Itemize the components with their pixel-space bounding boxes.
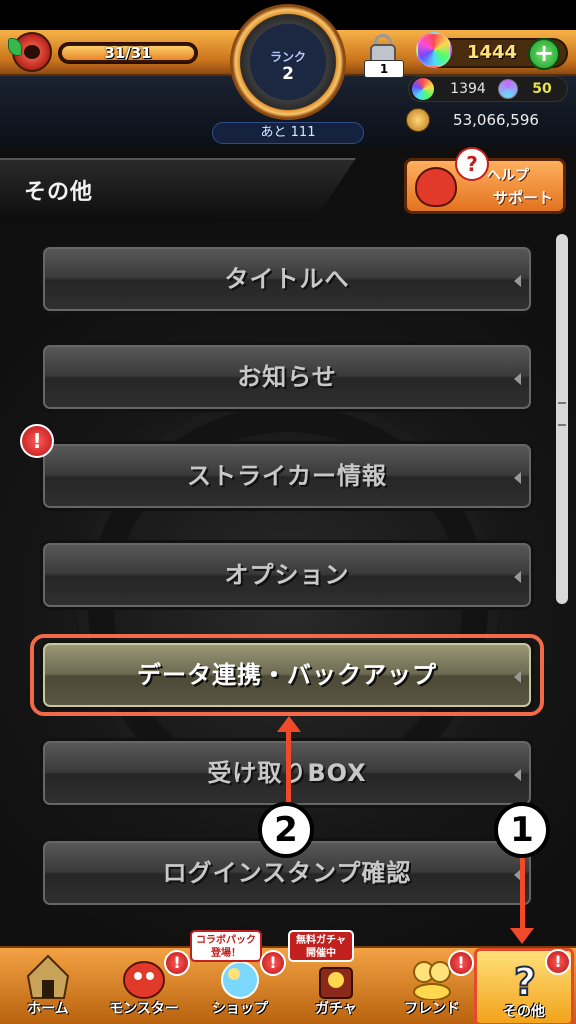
free-gacha-tag: 無料ガチャ 開催中 [288, 930, 354, 962]
menu-item-title[interactable]: タイトルへ [40, 244, 534, 314]
top-status-bar: 31/31 ランク 2 あと 111 1 1444 + 1394 50 53,0… [0, 4, 576, 146]
nav-friend[interactable]: フレンド ! [384, 948, 480, 1024]
question-icon: ? [455, 147, 489, 181]
alert-icon: ! [20, 424, 54, 458]
home-icon [26, 954, 70, 999]
monster-icon [123, 961, 165, 999]
shard-icon [498, 79, 518, 99]
mascot-icon [415, 167, 457, 207]
orb-count: 1444 [466, 42, 518, 63]
collab-pack-tag: コラボパック 登場！ [190, 930, 262, 962]
menu-item-news[interactable]: お知らせ [40, 342, 534, 412]
menu-item-label: タイトルへ [224, 265, 350, 293]
nav-other[interactable]: ? その他 ! [474, 948, 574, 1024]
nav-shop[interactable]: ショップ コラボパック 登場！ ! [190, 930, 288, 1024]
nav-gacha[interactable]: ガチャ 無料ガチャ 開催中 [288, 930, 384, 1024]
nav-monster[interactable]: モンスター ! [96, 948, 192, 1024]
page-title: その他 [24, 180, 94, 205]
arrow-left-icon [514, 373, 521, 385]
nav-label: ショップ [212, 1001, 268, 1017]
arrow-up-icon [277, 716, 301, 732]
highlight-frame [30, 634, 544, 716]
rank-badge[interactable]: ランク 2 [230, 4, 346, 120]
step-2-marker: 2 [258, 802, 314, 858]
nav-home[interactable]: ホーム [0, 948, 96, 1024]
arrow-left-icon [514, 769, 521, 781]
arrow-left-icon [514, 472, 521, 484]
sub-orb-count: 1394 [450, 81, 486, 97]
help-label: ヘルプ [487, 168, 529, 184]
menu-item-striker-info[interactable]: ストライカー情報 [40, 441, 534, 511]
step-1-marker: 1 [494, 802, 550, 858]
nav-label: その他 [503, 1004, 545, 1020]
nav-label: モンスター [109, 1001, 179, 1017]
question-mark-icon: ? [513, 959, 537, 1003]
orb-icon [416, 32, 452, 68]
scroll-grip-icon [558, 402, 566, 426]
next-rank-text: あと 111 [260, 125, 316, 140]
support-label: サポート [493, 189, 554, 207]
coin-count: 53,066,596 [453, 111, 539, 129]
menu-item-label: ストライカー情報 [187, 462, 387, 490]
rank-value: 2 [282, 64, 294, 84]
buy-orbs-plus-button[interactable]: + [528, 38, 560, 70]
svg-text:?: ? [514, 960, 536, 1003]
stamina-bar[interactable]: 31/31 [58, 42, 198, 64]
menu-item-label: お知らせ [237, 363, 337, 391]
arrow-left-icon [514, 571, 521, 583]
mini-orb-icon [412, 78, 434, 100]
lock-count: 1 [364, 60, 404, 78]
menu-item-options[interactable]: オプション [40, 540, 534, 610]
alert-icon: ! [545, 949, 571, 975]
alert-icon: ! [164, 950, 190, 976]
rank-label: ランク [269, 50, 306, 64]
next-rank-pill: あと 111 [212, 122, 364, 144]
bottom-navigation: ホーム モンスター ! ショップ コラボパック 登場！ ! ガチャ 無料ガチャ … [0, 930, 576, 1024]
alert-icon: ! [260, 950, 286, 976]
nav-label: ホーム [27, 1001, 69, 1017]
scrollbar[interactable] [556, 234, 568, 604]
nav-label: ガチャ [315, 1001, 357, 1017]
nav-label: フレンド [404, 1001, 460, 1017]
gold-coin-icon [406, 108, 430, 132]
alert-icon: ! [448, 950, 474, 976]
main-panel: その他 ? ヘルプ サポート タイトルへ お知らせ ストライカー情報 ! オプシ… [0, 146, 576, 946]
arrow-down-icon [510, 928, 534, 944]
arrow-left-icon [514, 275, 521, 287]
help-support-button[interactable]: ? ヘルプ サポート [404, 147, 566, 214]
stamina-text: 31/31 [104, 44, 152, 62]
menu-item-label: オプション [224, 561, 350, 589]
annotation-arrow-1 [520, 856, 525, 938]
shard-count: 50 [532, 81, 552, 97]
